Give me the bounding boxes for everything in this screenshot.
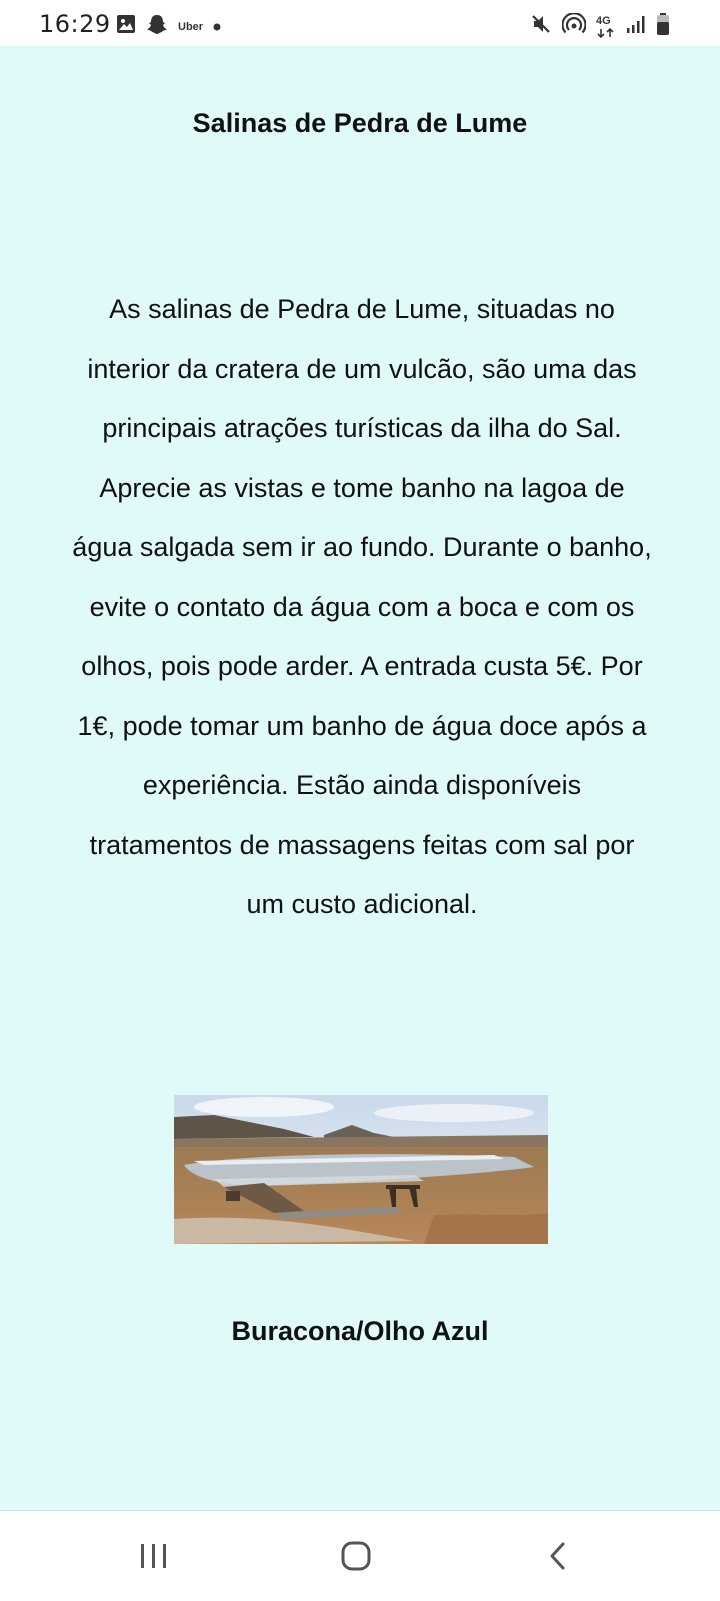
network-type-label: 4G: [596, 14, 611, 27]
status-bar: 16:29 Uber 4G: [0, 0, 720, 46]
back-icon: [550, 1542, 565, 1570]
section-title: Salinas de Pedra de Lume: [192, 108, 528, 138]
snapchat-icon: [146, 13, 168, 40]
navigation-bar: [0, 1510, 720, 1601]
image-icon: [116, 14, 136, 39]
notification-icons: Uber: [116, 13, 221, 40]
section-title: Buracona/Olho Azul: [231, 1316, 489, 1346]
network-4g-icon: 4G: [596, 15, 616, 39]
home-icon: [341, 1541, 371, 1571]
system-icons: 4G: [530, 12, 670, 41]
signal-icon: [626, 14, 646, 39]
recent-apps-icon: [141, 1544, 166, 1568]
mute-icon: [530, 13, 552, 40]
main-content: Salinas de Pedra de Lume As salinas de P…: [0, 46, 720, 1510]
uber-icon: Uber: [178, 20, 204, 33]
salinas-photo: [174, 1095, 548, 1244]
dot-icon: [213, 18, 221, 36]
home-button[interactable]: [296, 1511, 416, 1601]
hotspot-icon: [561, 12, 587, 40]
section-description: As salinas de Pedra de Lume, situadas no…: [72, 294, 652, 919]
recent-apps-button[interactable]: [94, 1511, 214, 1601]
back-button[interactable]: [498, 1511, 618, 1601]
battery-icon: [656, 12, 670, 41]
status-time: 16:29: [39, 10, 111, 38]
